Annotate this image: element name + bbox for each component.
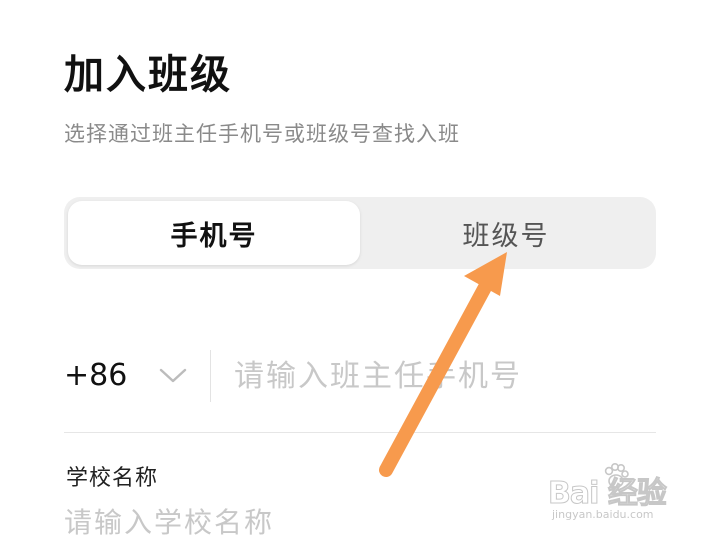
baidu-paw-icon: [604, 462, 629, 488]
search-mode-segmented-control: 手机号 班级号: [64, 197, 656, 269]
watermark: Bai 经验 jingyan.baidu.com: [548, 460, 698, 526]
chevron-down-icon[interactable]: [156, 358, 190, 392]
page-subtitle: 选择通过班主任手机号或班级号查找入班: [64, 122, 460, 146]
school-name-label: 学校名称: [66, 466, 159, 491]
teacher-phone-input[interactable]: [234, 350, 654, 402]
page-title: 加入班级: [64, 51, 232, 98]
country-code[interactable]: +86: [64, 358, 127, 393]
watermark-url: jingyan.baidu.com: [552, 508, 654, 521]
phone-row-divider: [210, 350, 211, 402]
phone-row: +86: [64, 340, 656, 412]
tab-phone-number[interactable]: 手机号: [68, 201, 360, 265]
tab-class-number[interactable]: 班级号: [360, 201, 652, 265]
phone-field-divider: [64, 432, 656, 433]
